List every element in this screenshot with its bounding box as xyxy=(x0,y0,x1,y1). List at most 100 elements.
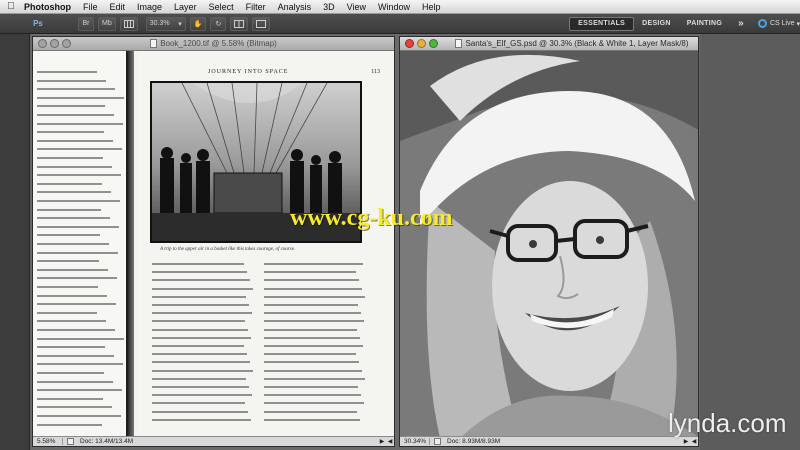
menu-app-name[interactable]: Photoshop xyxy=(22,2,77,12)
screen-mode-button[interactable] xyxy=(252,16,271,31)
text-line xyxy=(152,377,246,380)
chevron-down-icon: ▾ xyxy=(178,20,182,28)
minimize-button[interactable] xyxy=(50,39,59,48)
santa-elf-photo xyxy=(400,51,698,436)
text-line xyxy=(264,271,356,274)
workspace-essentials[interactable]: ESSENTIALS xyxy=(569,16,635,31)
close-button[interactable] xyxy=(38,39,47,48)
document-titlebar[interactable]: Book_1200.tif @ 5.58% (Bitmap) xyxy=(33,37,394,51)
text-line xyxy=(264,320,364,323)
cs-live-icon xyxy=(757,19,767,28)
text-line xyxy=(37,79,106,82)
zoom-level-select[interactable]: 30.3% ▾ xyxy=(145,16,186,31)
menu-select[interactable]: Select xyxy=(203,2,240,12)
menu-bar:  Photoshop File Edit Image Layer Select… xyxy=(0,0,800,14)
text-line xyxy=(264,386,358,388)
text-line xyxy=(37,397,103,400)
text-line xyxy=(37,174,121,177)
text-line xyxy=(37,294,107,297)
arrange-documents-button[interactable] xyxy=(230,16,249,31)
menu-edit[interactable]: Edit xyxy=(104,2,132,12)
text-line xyxy=(152,320,245,323)
text-line xyxy=(264,279,359,282)
status-zoom[interactable]: 5.58% xyxy=(33,438,63,445)
lynda-logo: lynda.com xyxy=(668,408,787,438)
workspace-more-button[interactable]: » xyxy=(730,17,752,31)
rotate-view-button[interactable]: ↻ xyxy=(210,16,227,31)
minibridge-button[interactable]: Mb xyxy=(98,16,116,31)
document-canvas[interactable]: JOURNEY INTO SPACE 113 A trip to the upp… xyxy=(33,51,394,436)
text-line xyxy=(37,337,124,340)
text-line xyxy=(264,418,360,421)
workspace-painting[interactable]: PAINTING xyxy=(679,17,730,31)
text-line xyxy=(152,394,252,397)
document-window-book[interactable]: Book_1200.tif @ 5.58% (Bitmap) JOURNEY I… xyxy=(32,36,395,447)
hand-tool-button[interactable]: ✋ xyxy=(189,16,207,31)
text-line xyxy=(152,353,247,356)
text-line xyxy=(37,423,102,426)
text-line xyxy=(152,386,249,388)
menu-file[interactable]: File xyxy=(77,2,104,12)
text-line xyxy=(152,418,251,421)
text-line xyxy=(37,354,114,357)
text-line xyxy=(37,165,112,168)
menu-help[interactable]: Help xyxy=(416,2,447,12)
book-scan-image: JOURNEY INTO SPACE 113 A trip to the upp… xyxy=(33,51,394,436)
view-extras-button[interactable] xyxy=(119,16,138,31)
document-title: Santa's_Elf_GS.psd @ 30.3% (Black & Whit… xyxy=(465,39,689,48)
status-doc-size: Doc: 8.93M/8.93M xyxy=(447,438,501,445)
text-line xyxy=(37,208,101,211)
text-line xyxy=(152,304,249,306)
minimize-button[interactable] xyxy=(417,39,426,48)
menu-image[interactable]: Image xyxy=(131,2,168,12)
text-line xyxy=(152,410,248,413)
text-line xyxy=(264,369,362,372)
text-line xyxy=(37,260,99,263)
document-window-elf[interactable]: Santa's_Elf_GS.psd @ 30.3% (Black & Whit… xyxy=(399,36,699,447)
status-menu-arrow-icon[interactable]: ▶ xyxy=(682,438,690,445)
zoom-level-value: 30.3% xyxy=(149,20,170,27)
status-doc-size: Doc: 13.4M/13.4M xyxy=(80,438,134,445)
text-line xyxy=(37,114,114,116)
text-line xyxy=(37,157,103,159)
text-line xyxy=(37,277,117,280)
scroll-left-icon[interactable]: ◀ xyxy=(690,438,698,445)
document-canvas[interactable] xyxy=(400,51,698,436)
menu-3d[interactable]: 3D xyxy=(317,2,341,12)
status-zoom[interactable]: 30.34% xyxy=(400,438,430,445)
text-line xyxy=(152,336,251,339)
text-line xyxy=(37,225,119,228)
close-button[interactable] xyxy=(405,39,414,48)
text-line xyxy=(37,191,111,194)
elf-portrait-image xyxy=(400,51,698,436)
bridge-button[interactable]: Br xyxy=(78,16,94,31)
document-titlebar[interactable]: Santa's_Elf_GS.psd @ 30.3% (Black & Whit… xyxy=(400,37,698,51)
text-line xyxy=(37,372,104,374)
text-line xyxy=(37,406,112,409)
status-menu-arrow-icon[interactable]: ▶ xyxy=(378,438,386,445)
text-line xyxy=(37,148,122,151)
text-line xyxy=(37,389,122,392)
zoom-button[interactable] xyxy=(62,39,71,48)
menu-window[interactable]: Window xyxy=(372,2,416,12)
menu-layer[interactable]: Layer xyxy=(168,2,203,12)
apple-menu-icon[interactable]:  xyxy=(0,1,22,12)
workspace-design[interactable]: DESIGN xyxy=(634,17,679,31)
menu-analysis[interactable]: Analysis xyxy=(272,2,318,12)
document-status-bar: 5.58% Doc: 13.4M/13.4M ▶ ◀ xyxy=(33,436,394,446)
zoom-button[interactable] xyxy=(429,39,438,48)
text-line xyxy=(264,410,357,413)
menu-view[interactable]: View xyxy=(341,2,372,12)
chevron-down-icon: ▾ xyxy=(796,20,800,28)
text-line xyxy=(37,380,113,383)
text-line xyxy=(264,345,363,347)
text-line xyxy=(264,304,358,306)
scroll-left-icon[interactable]: ◀ xyxy=(386,438,394,445)
screen-mode-icon xyxy=(256,19,267,28)
menu-filter[interactable]: Filter xyxy=(240,2,272,12)
text-line xyxy=(37,329,115,331)
text-line xyxy=(264,312,361,315)
text-line xyxy=(264,394,361,397)
cs-live-button[interactable]: CS Live ▾ xyxy=(757,19,800,28)
text-line xyxy=(37,320,106,323)
